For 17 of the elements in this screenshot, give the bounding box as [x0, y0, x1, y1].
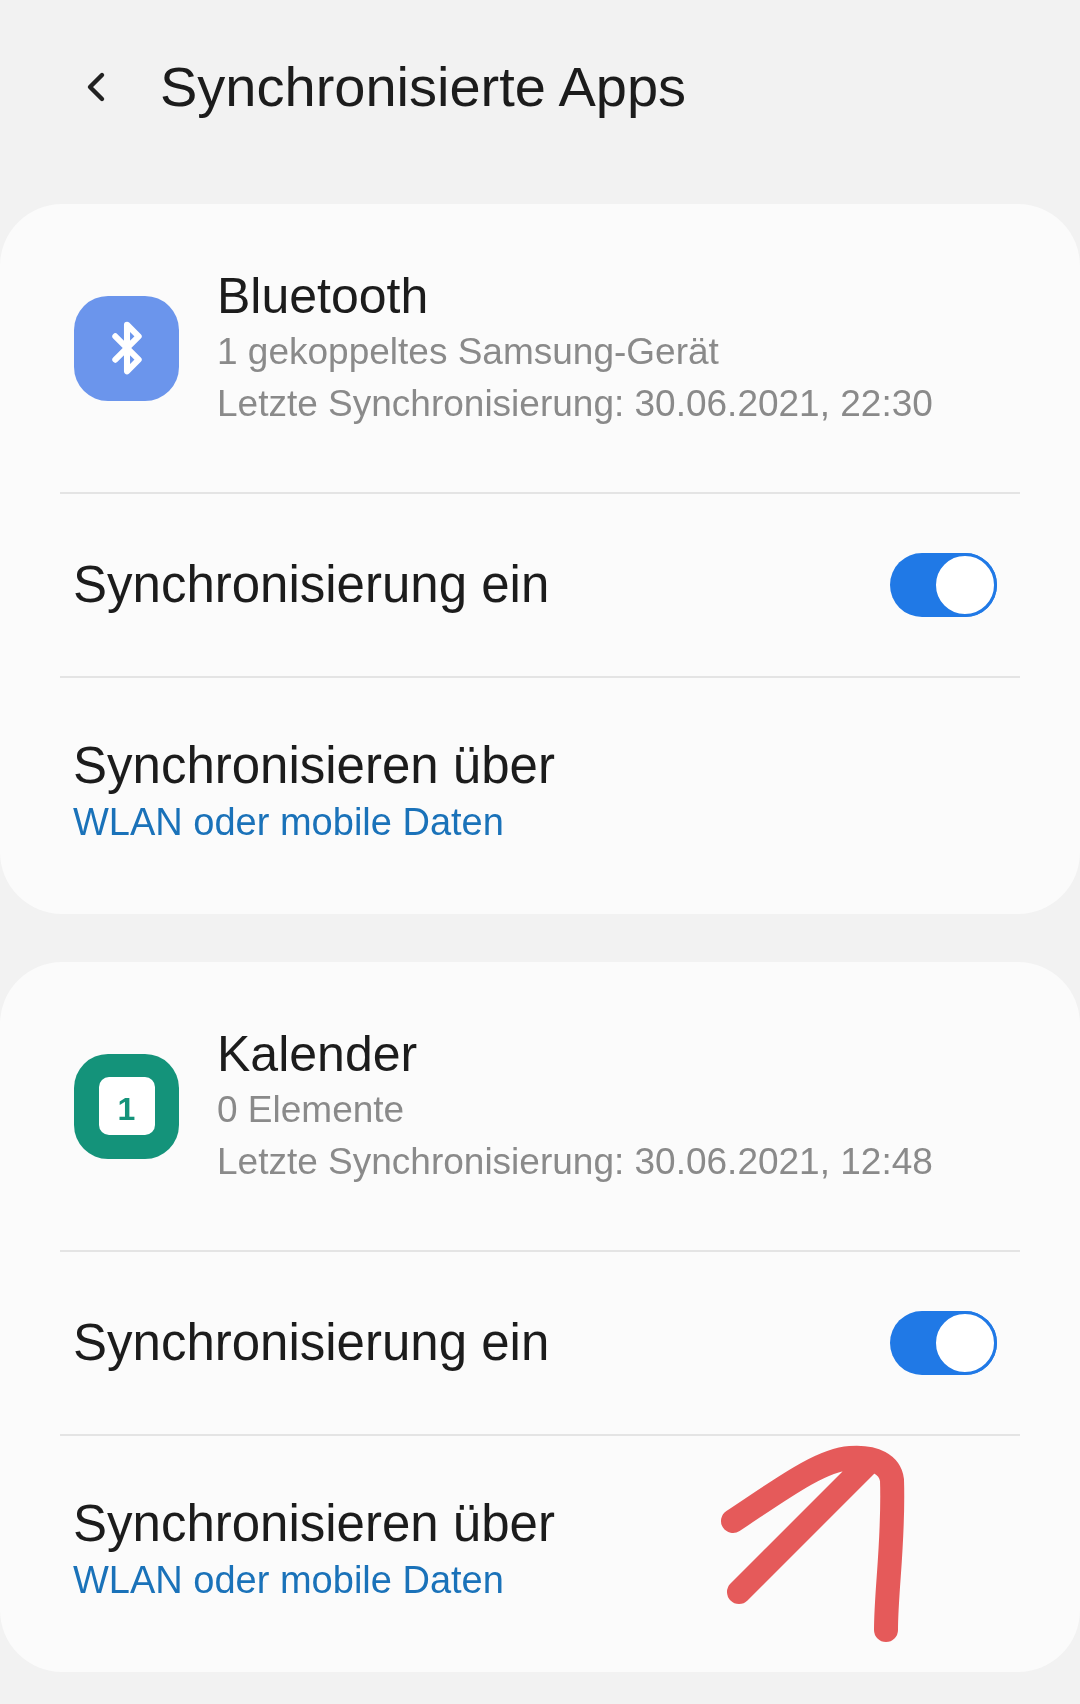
sync-via-link[interactable]: WLAN oder mobile Daten	[73, 1556, 1080, 1604]
page-title: Synchronisierte Apps	[160, 54, 687, 120]
app-name: Bluetooth	[217, 267, 430, 326]
sync-label: Synchronisierung ein	[73, 1312, 550, 1373]
sync-via-link[interactable]: WLAN oder mobile Daten	[73, 798, 1080, 846]
app-detail: 1 gekoppeltes Samsung-Gerät	[217, 330, 720, 374]
sync-via-label: Synchronisieren über	[73, 1494, 556, 1554]
toggle-switch[interactable]	[890, 553, 997, 617]
toggle-switch[interactable]	[890, 1311, 997, 1375]
sync-label: Synchronisierung ein	[73, 554, 550, 615]
sync-via-label: Synchronisieren über	[73, 736, 556, 796]
app-name: Kalender	[217, 1025, 419, 1084]
last-sync-text: Letzte Synchronisierung: 30.06.2021, 22:30	[217, 382, 933, 426]
bluetooth-icon	[74, 295, 179, 401]
last-sync-text: Letzte Synchronisierung: 30.06.2021, 12:48	[217, 1140, 933, 1184]
app-detail: 0 Elemente	[217, 1088, 406, 1132]
calendar-icon: 1	[74, 1053, 179, 1159]
